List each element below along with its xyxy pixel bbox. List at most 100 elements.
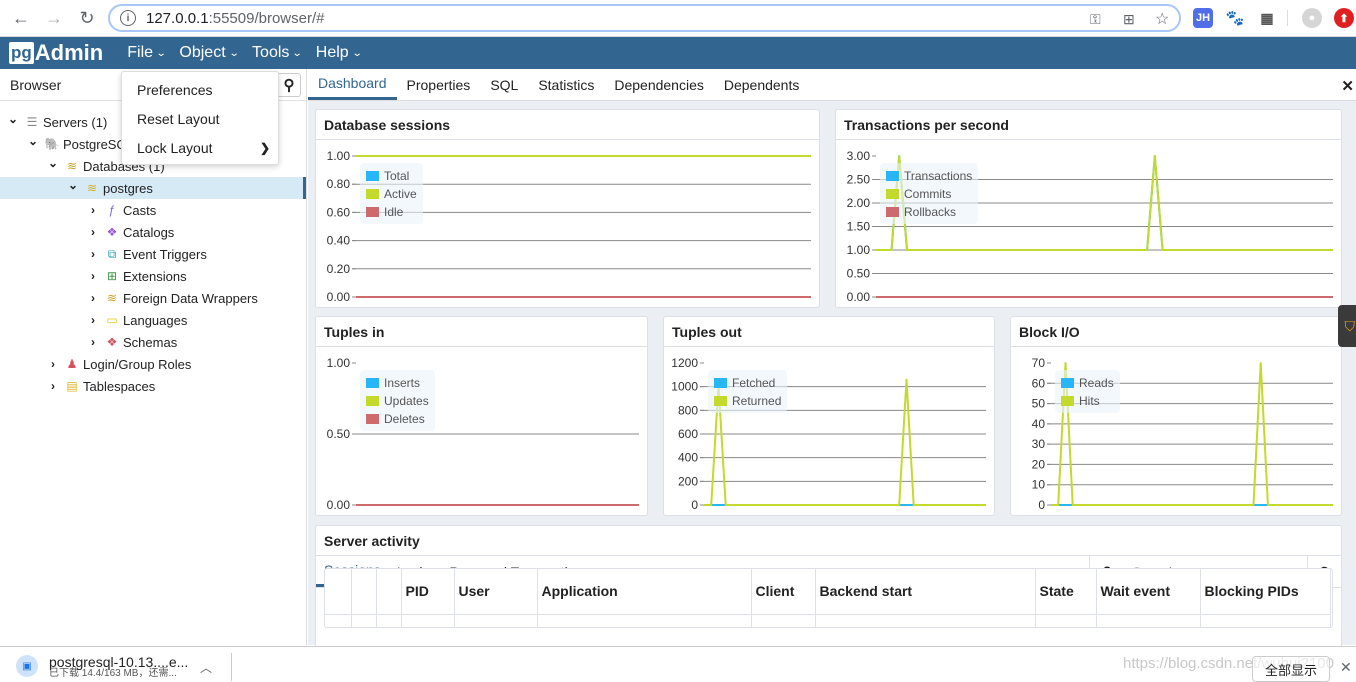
address-bar[interactable]: i 127.0.0.1:55509/browser/# ⚿ ⊞ ☆ (108, 4, 1181, 32)
chevron-right-icon[interactable]: › (46, 379, 60, 393)
legend-item[interactable]: Idle (366, 203, 417, 221)
main-panel: Dashboard Properties SQL Statistics Depe… (308, 69, 1356, 655)
legend-item[interactable]: Commits (886, 185, 972, 203)
legend-item[interactable]: Reads (1061, 374, 1114, 392)
tab-properties[interactable]: Properties (397, 69, 481, 100)
tree-node[interactable]: › ≋ Foreign Data Wrappers (0, 287, 306, 309)
chevron-right-icon[interactable]: › (86, 225, 100, 239)
y-tick-label: 1.50 (847, 220, 871, 234)
y-tick-label: 200 (678, 474, 698, 488)
legend-item[interactable]: Hits (1061, 392, 1114, 410)
legend-swatch (366, 378, 379, 388)
legend-item[interactable]: Updates (366, 392, 429, 410)
legend-item[interactable]: Transactions (886, 167, 972, 185)
download-item[interactable]: ▣ postgresql-10.13....e... 已下载 14.4/163 … (16, 655, 188, 679)
legend-item[interactable]: Rollbacks (886, 203, 972, 221)
chevron-down-icon[interactable]: ⌄ (26, 134, 40, 148)
tab-sql[interactable]: SQL (480, 69, 528, 100)
menu-item-reset-layout[interactable]: Reset Layout (122, 104, 278, 133)
menu-tools[interactable]: Tools ⌄ (252, 44, 304, 62)
chevron-right-icon[interactable]: › (46, 357, 60, 371)
column-header[interactable]: User (454, 569, 538, 615)
y-tick-label: 0.00 (327, 290, 351, 304)
qr-extension-icon[interactable]: ▦ (1257, 8, 1277, 28)
column-header[interactable]: Client (751, 569, 816, 615)
chevron-right-icon[interactable]: › (86, 291, 100, 305)
chevron-right-icon[interactable]: › (86, 269, 100, 283)
search-icon[interactable]: ⚲ (277, 73, 301, 97)
legend-label: Rollbacks (904, 205, 957, 219)
chevron-right-icon[interactable]: › (86, 203, 100, 217)
tab-dependents[interactable]: Dependents (714, 69, 810, 100)
column-header[interactable]: Blocking PIDs (1200, 569, 1331, 615)
tree-node[interactable]: › ♟ Login/Group Roles (0, 353, 306, 375)
tree-node[interactable]: › ⧉ Event Triggers (0, 243, 306, 265)
legend-label: Transactions (904, 169, 973, 183)
menu-item-preferences[interactable]: Preferences (122, 75, 278, 104)
legend-item[interactable]: Total (366, 167, 417, 185)
chevron-right-icon[interactable]: › (86, 313, 100, 327)
chevron-up-icon[interactable]: ︿ (200, 659, 212, 676)
tree-node[interactable]: › ⊞ Extensions (0, 265, 306, 287)
tab-dependencies[interactable]: Dependencies (604, 69, 714, 100)
tab-statistics[interactable]: Statistics (528, 69, 604, 100)
star-icon[interactable]: ☆ (1155, 9, 1169, 29)
menu-help[interactable]: Help ⌄ (316, 44, 363, 62)
legend-item[interactable]: Returned (714, 392, 781, 410)
column-header[interactable]: PID (401, 569, 455, 615)
chevron-right-icon[interactable]: › (86, 247, 100, 261)
y-tick-label: 20 (1032, 457, 1046, 471)
legend-item[interactable]: Fetched (714, 374, 781, 392)
tab-dashboard[interactable]: Dashboard (308, 69, 397, 100)
chevron-down-icon: ⌄ (292, 47, 304, 59)
chevron-down-icon[interactable]: ⌄ (6, 112, 20, 126)
tree-node[interactable]: › ❖ Schemas (0, 331, 306, 353)
chevron-right-icon[interactable]: › (86, 335, 100, 349)
tree-node[interactable]: › ▤ Tablespaces (0, 375, 306, 397)
legend-label: Deletes (384, 412, 425, 426)
translate-icon[interactable]: ⊞ (1123, 11, 1135, 28)
legend-item[interactable]: Deletes (366, 410, 429, 428)
site-info-icon[interactable]: i (120, 10, 136, 26)
show-all-button[interactable]: 全部显示 (1252, 656, 1330, 682)
legend-label: Inserts (384, 376, 421, 390)
table-cell (1096, 614, 1201, 627)
jh-extension-icon[interactable]: JH (1193, 8, 1213, 28)
chevron-down-icon[interactable]: ⌄ (66, 178, 80, 192)
key-icon[interactable]: ⚿ (1090, 11, 1101, 28)
legend-swatch (886, 207, 899, 217)
back-arrow-icon[interactable]: ← (9, 6, 33, 30)
tree-node[interactable]: › ƒ Casts (0, 199, 306, 221)
legend-item[interactable]: Inserts (366, 374, 429, 392)
menu-file[interactable]: File ⌄ (127, 44, 166, 62)
forward-arrow-icon[interactable]: → (42, 6, 66, 30)
legend-label: Updates (384, 394, 429, 408)
column-header[interactable]: Wait event (1096, 569, 1201, 615)
chevron-down-icon[interactable]: ⌄ (46, 156, 60, 170)
legend-item[interactable]: Active (366, 185, 417, 203)
column-header[interactable]: Application (537, 569, 752, 615)
side-drawer-tab[interactable]: ⛉ (1338, 305, 1356, 347)
column-header[interactable] (325, 569, 352, 615)
menu-object[interactable]: Object ⌄ (179, 44, 239, 62)
reload-icon[interactable]: ↻ (75, 6, 99, 30)
column-header[interactable] (376, 569, 402, 615)
roles-icon: ♟ (66, 357, 78, 371)
tree-node-label: Casts (123, 202, 157, 218)
tree-node-label: Schemas (123, 334, 178, 350)
file-menu-dropdown: Preferences Reset Layout Lock Layout ❯ (121, 71, 279, 165)
close-icon[interactable]: ✕ (1340, 659, 1352, 676)
y-tick-label: 0.60 (327, 205, 351, 219)
menu-item-lock-layout[interactable]: Lock Layout ❯ (122, 133, 278, 162)
update-icon[interactable]: ⬆ (1334, 8, 1354, 28)
extensions-icon: ⊞ (106, 269, 118, 283)
close-icon[interactable]: ✕ (1341, 77, 1354, 95)
profile-avatar-icon[interactable]: ● (1302, 8, 1322, 28)
tree-node[interactable]: › ❖ Catalogs (0, 221, 306, 243)
column-header[interactable]: Backend start (815, 569, 1036, 615)
column-header[interactable] (351, 569, 377, 615)
tree-node[interactable]: › ▭ Languages (0, 309, 306, 331)
column-header[interactable]: State (1035, 569, 1097, 615)
paw-extension-icon[interactable]: 🐾 (1225, 8, 1245, 28)
tree-node[interactable]: ⌄ ≋ postgres (0, 177, 306, 199)
